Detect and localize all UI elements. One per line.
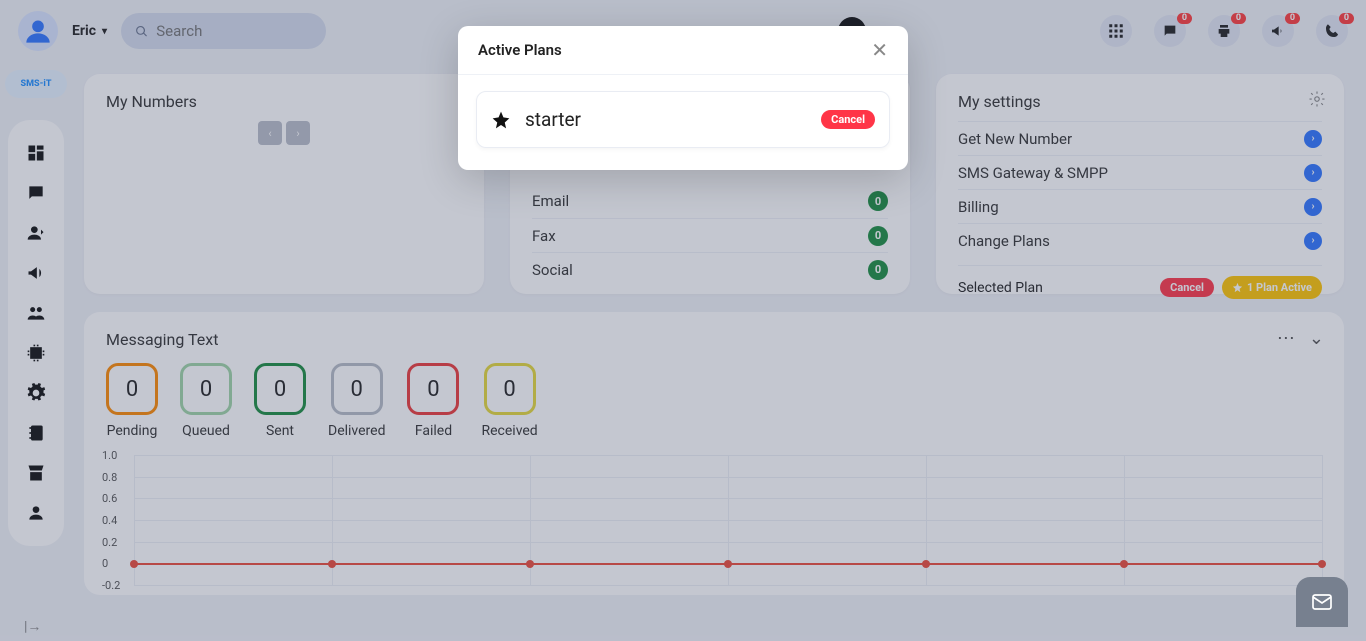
modal-title: Active Plans — [478, 41, 562, 59]
plan-item: starter Cancel — [476, 91, 890, 148]
mail-fab[interactable] — [1296, 577, 1348, 627]
close-icon[interactable]: ✕ — [871, 40, 888, 60]
cancel-plan-button[interactable]: Cancel — [821, 110, 875, 129]
plan-name: starter — [525, 108, 581, 131]
star-icon — [491, 110, 511, 130]
active-plans-modal: Active Plans ✕ starter Cancel — [458, 26, 908, 170]
